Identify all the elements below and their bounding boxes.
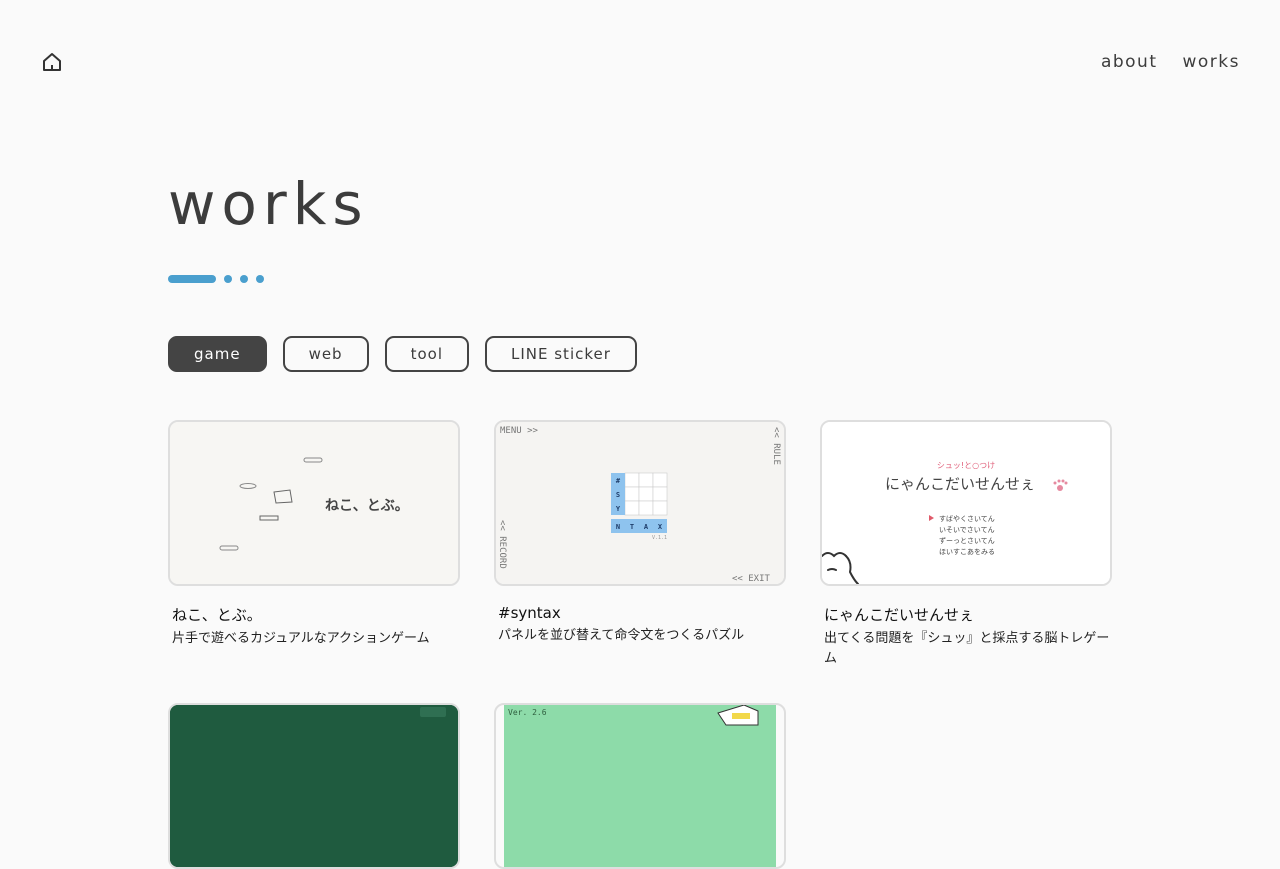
decoration-dot: [224, 275, 232, 283]
work-thumbnail: MENU >> << RULE << RECORD << EXIT V.1.1: [494, 420, 786, 586]
tile-label: S: [616, 491, 620, 499]
category-filters: game web tool LINE sticker: [168, 336, 637, 372]
filter-tool-button[interactable]: tool: [384, 336, 469, 372]
work-thumbnail: Ver. 2.6: [494, 703, 786, 869]
work-card-neko-tobu[interactable]: ねこ、とぶ。 ねこ、とぶ。 片手で遊べるカジュアルなアクションゲーム: [168, 420, 460, 669]
home-icon[interactable]: [40, 50, 64, 74]
title-decoration: [168, 275, 264, 283]
work-description: パネルを並び替えて命令文をつくるパズル: [498, 628, 745, 643]
work-thumbnail: ねこ、とぶ。: [168, 420, 460, 586]
tile-label: N: [616, 523, 620, 531]
work-thumbnail: [168, 703, 460, 869]
work-card-syntax[interactable]: MENU >> << RULE << RECORD << EXIT V.1.1: [494, 420, 786, 669]
thumbnail-version: V.1.1: [652, 535, 667, 541]
top-nav: about works: [1101, 52, 1240, 72]
thumbnail-exit-label: << EXIT: [732, 574, 771, 584]
work-card-5[interactable]: Ver. 2.6: [494, 703, 786, 869]
tile-label: T: [630, 523, 634, 531]
thumbnail-subtitle: シュッ!と○つけ: [937, 461, 995, 470]
work-thumbnail: シュッ!と○つけ にゃんこだいせんせぇ すばやくさいてん いそいでさいてん ずー…: [820, 420, 1112, 586]
thumbnail-title: にゃんこだいせんせぇ: [885, 475, 1035, 493]
works-grid: ねこ、とぶ。 ねこ、とぶ。 片手で遊べるカジュアルなアクションゲーム MENU …: [168, 420, 1112, 869]
filter-game-button[interactable]: game: [168, 336, 267, 372]
nav-about-link[interactable]: about: [1101, 52, 1158, 72]
work-card-nyanko-daisensei[interactable]: シュッ!と○つけ にゃんこだいせんせぇ すばやくさいてん いそいでさいてん ずー…: [820, 420, 1112, 669]
work-card-4[interactable]: [168, 703, 460, 869]
thumbnail-title: ねこ、とぶ。: [325, 498, 409, 514]
thumbnail-menu-label: MENU >>: [500, 426, 539, 436]
work-title: #syntax: [498, 604, 561, 622]
nav-works-link[interactable]: works: [1183, 52, 1241, 72]
thumbnail-version: Ver. 2.6: [508, 708, 547, 717]
thumbnail-record-label: << RECORD: [497, 520, 507, 569]
filter-web-button[interactable]: web: [282, 336, 369, 372]
decoration-bar: [168, 275, 216, 283]
decoration-dot: [240, 275, 248, 283]
work-title: にゃんこだいせんせぇ: [824, 606, 975, 624]
page-title: works: [168, 170, 369, 238]
thumbnail-menu-item: すばやくさいてん: [939, 514, 995, 523]
work-title: ねこ、とぶ。: [172, 606, 262, 624]
filter-line-sticker-button[interactable]: LINE sticker: [485, 336, 637, 372]
thumbnail-rule-label: << RULE: [771, 427, 781, 465]
thumbnail-menu-item: ほいすこあをみる: [939, 548, 995, 556]
thumbnail-menu-item: いそいでさいてん: [939, 526, 995, 534]
work-description: 片手で遊べるカジュアルなアクションゲーム: [172, 631, 430, 646]
thumbnail-menu-item: ずーっとさいてん: [939, 536, 995, 545]
work-description: 出てくる問題を『シュッ』と採点する脳トレゲーム: [824, 631, 1110, 666]
decoration-dot: [256, 275, 264, 283]
